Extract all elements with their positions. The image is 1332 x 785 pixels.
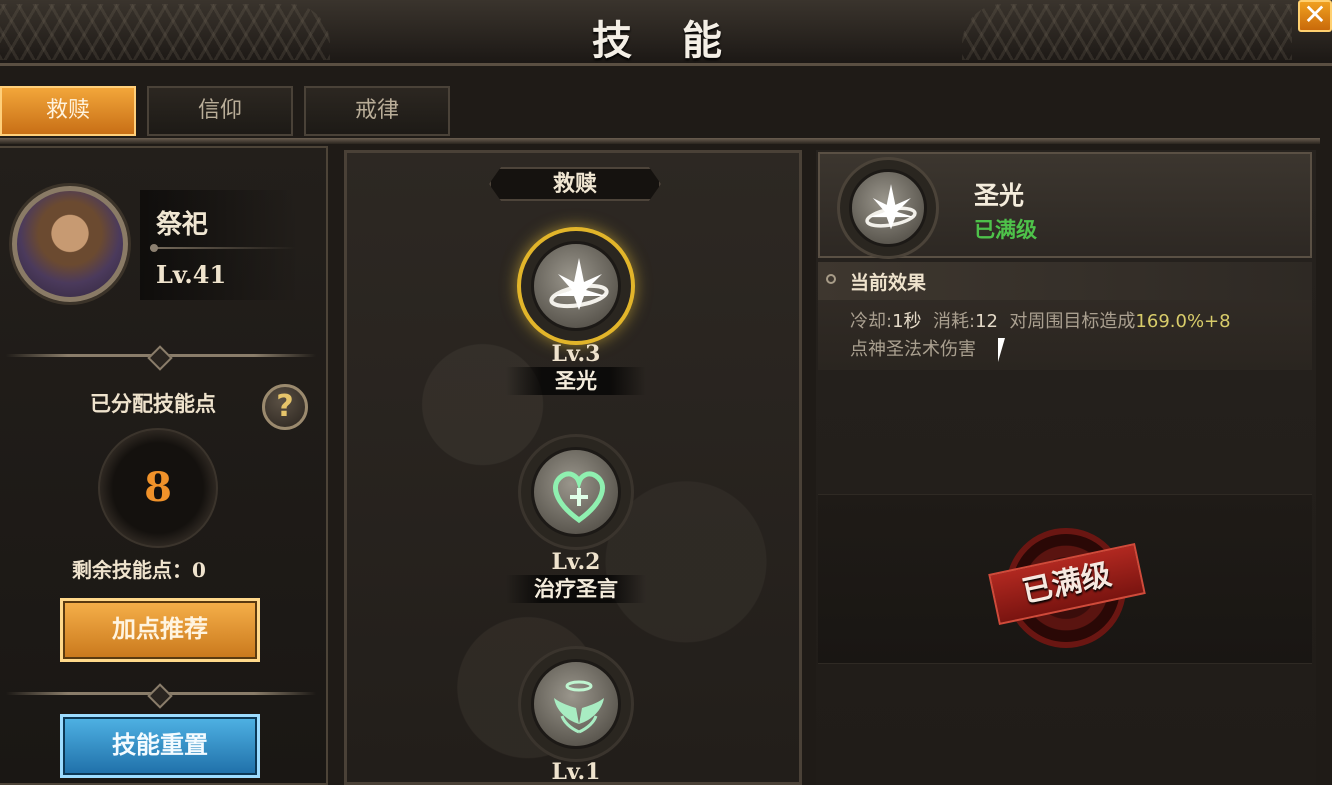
heal-heart-icon [531, 447, 621, 537]
cd-value: 1秒 [892, 311, 922, 332]
skill-level-holy-light: Lv.3 [551, 341, 601, 367]
character-level: Lv.41 [156, 260, 227, 289]
window-title: 技 能 [592, 17, 740, 64]
skill-tree-header: 救赎 [489, 167, 661, 201]
skill-level-heal: Lv.2 [551, 549, 601, 575]
close-button[interactable]: ✕ [1298, 0, 1332, 32]
portrait-frame [8, 172, 132, 312]
tab-redemption[interactable]: 救赎 [0, 86, 136, 136]
cd-label: 冷却: [850, 311, 893, 332]
detail-skill-status: 已满级 [974, 217, 1037, 242]
bullet-icon [826, 274, 836, 284]
character-name: 祭祀 [156, 210, 209, 240]
desc-post: 点神圣法术伤害 [850, 339, 976, 360]
reset-skills-button[interactable]: 技能重置 [60, 714, 260, 778]
detail-skill-name: 圣光 [974, 181, 1025, 210]
skill-level-angel: Lv.1 [551, 759, 601, 785]
desc-pre: 对周围目标造成 [1009, 311, 1136, 332]
tabs-divider [0, 138, 1320, 144]
avatar [12, 186, 128, 302]
title-bar: 技 能 [0, 0, 1332, 66]
divider-top [6, 354, 316, 357]
skill-name-heal: 治疗圣言 [506, 575, 646, 603]
current-effect-box: 当前效果 冷却:1秒 消耗:12 对周围目标造成169.0%+8 点神圣法术伤害 [818, 262, 1312, 370]
skill-node-holy-light[interactable] [521, 231, 631, 341]
effect-description: 冷却:1秒 消耗:12 对周围目标造成169.0%+8 点神圣法术伤害 [850, 308, 1300, 364]
skill-detail-panel: 圣光 已满级 当前效果 冷却:1秒 消耗:12 对周围目标造成169.0%+8 点… [816, 150, 1316, 785]
tab-faith[interactable]: 信仰 [147, 86, 293, 136]
remaining-points-label: 剩余技能点：0 [72, 558, 206, 582]
cost-value: 12 [975, 311, 998, 332]
allocated-points-value: 8 [98, 428, 218, 548]
recommend-points-button[interactable]: 加点推荐 [60, 598, 260, 662]
allocated-points-label: 已分配技能点 [90, 391, 216, 416]
skill-name-holy-light: 圣光 [506, 367, 646, 395]
detail-skill-icon [840, 160, 936, 256]
help-icon[interactable]: ? [262, 384, 308, 430]
divider-bottom [6, 692, 316, 695]
angel-wings-icon [531, 659, 621, 749]
skill-node-heal[interactable] [521, 437, 631, 547]
skill-detail-header: 圣光 已满级 [818, 152, 1312, 258]
holy-light-icon [531, 241, 621, 331]
effect-title: 当前效果 [850, 272, 927, 294]
character-panel: 祭祀 Lv.41 已分配技能点 ? 8 剩余技能点：0 加点推荐 技能重置 [0, 146, 328, 785]
holy-light-icon [849, 169, 927, 247]
skill-node-angel[interactable] [521, 649, 631, 759]
skill-tree-panel: 救赎 Lv.3 圣光 Lv.2 治疗圣言 Lv.1 [344, 150, 802, 785]
tab-discipline[interactable]: 戒律 [304, 86, 450, 136]
mouse-cursor-icon [998, 338, 1005, 362]
cost-label: 消耗: [932, 311, 976, 332]
desc-value: 169.0%+8 [1135, 311, 1231, 332]
name-underline [150, 244, 296, 252]
effect-title-row: 当前效果 [818, 262, 1312, 300]
